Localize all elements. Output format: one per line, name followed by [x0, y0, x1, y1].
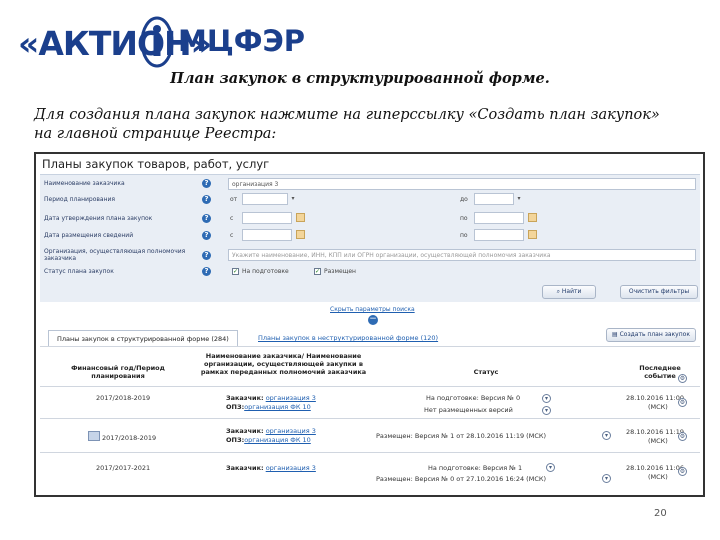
row3-status1: На подготовке: Версия № 1 — [428, 464, 523, 472]
row2-customer-link[interactable]: организация 3 — [266, 427, 316, 435]
help-icon[interactable]: ? — [202, 179, 211, 188]
to-label: до — [460, 196, 468, 203]
calendar-icon[interactable] — [528, 213, 537, 222]
gear-icon[interactable]: ⚙ — [678, 398, 687, 407]
row1-period: 2017/2018-2019 — [96, 394, 151, 402]
approval-date-label: Дата утверждения плана закупок — [44, 215, 153, 222]
row1-status2: Нет размещенных версий — [424, 406, 513, 414]
row2-status1: Размещен: Версия № 1 от 28.10.2016 11:19… — [376, 432, 547, 440]
gear-icon[interactable]: ⚙ — [678, 432, 687, 441]
header-customer: Наименование заказчика/ Наименование орг… — [200, 352, 367, 376]
row2-chevron-icon[interactable]: ▾ — [602, 431, 611, 440]
approval-to-input[interactable] — [474, 212, 524, 224]
status-draft-checkbox[interactable]: ✓ — [232, 268, 239, 275]
since-label: с — [230, 232, 234, 239]
find-button[interactable]: ⌕ Найти — [542, 285, 596, 299]
placement-date-label: Дата размещения сведений — [44, 232, 134, 239]
row3-period: 2017/2017-2021 — [96, 464, 151, 472]
row3-chevron-icon[interactable]: ▾ — [602, 474, 611, 483]
help-icon[interactable]: ? — [202, 267, 211, 276]
help-icon[interactable]: ? — [202, 251, 211, 260]
status-placed-checkbox[interactable]: ✓ — [314, 268, 321, 275]
divider — [40, 452, 700, 453]
placement-from-input[interactable] — [242, 229, 292, 241]
row1-tz: (МСК) — [648, 403, 668, 411]
row3-status2: Размещен: Версия № 0 от 27.10.2016 16:24… — [376, 475, 547, 483]
calendar-icon[interactable] — [296, 213, 305, 222]
purchase-plans-panel: Планы закупок товаров, работ, услуг Наим… — [34, 152, 705, 497]
status-placed-label: Размещен — [324, 268, 356, 275]
org-label: Организация, осуществляющая полномочия з… — [44, 248, 186, 262]
row3-chevron-icon[interactable]: ▾ — [546, 463, 555, 472]
row1-customer-link[interactable]: организация 3 — [266, 394, 316, 402]
page-number: 20 — [654, 508, 667, 519]
status-draft-label: На подготовке — [242, 268, 289, 275]
row2-customer: Заказчик: организация 3 — [226, 427, 316, 435]
row3-tz: (МСК) — [648, 473, 668, 481]
status-label: Статус плана закупок — [44, 268, 114, 275]
row3-customer: Заказчик: организация 3 — [226, 464, 316, 472]
since-label: с — [230, 215, 234, 222]
divider — [40, 418, 700, 419]
row1-chevron-icon[interactable]: ▾ — [542, 394, 551, 403]
calendar-icon[interactable] — [528, 230, 537, 239]
row1-customer: Заказчик: организация 3 — [226, 394, 316, 402]
until-label: по — [460, 232, 468, 239]
slide-title: План закупок в структурированной форме. — [170, 70, 550, 87]
customer-input[interactable]: организация 3 — [228, 178, 696, 190]
customer-label: Наименование заказчика — [44, 180, 125, 187]
create-plan-label: Создать план закупок — [619, 331, 690, 338]
search-filters: Наименование заказчика ? организация 3 П… — [40, 174, 700, 302]
divider — [40, 386, 700, 387]
find-button-label: Найти — [561, 288, 582, 295]
row1-ops-link[interactable]: организация ФК 10 — [244, 403, 311, 411]
header-period: Финансовый год/Период планирования — [71, 364, 165, 380]
row1-status1: На подготовке: Версия № 0 — [426, 394, 521, 402]
row3-customer-link[interactable]: организация 3 — [266, 464, 316, 472]
home-icon — [88, 431, 100, 441]
create-plan-button[interactable]: ▤ Создать план закупок — [606, 328, 696, 342]
calendar-icon[interactable] — [296, 230, 305, 239]
panel-title: Планы закупок товаров, работ, услуг — [42, 157, 270, 171]
header-status: Статус — [473, 368, 499, 376]
document-icon: ▤ — [612, 331, 620, 338]
until-label: по — [460, 215, 468, 222]
org-input[interactable]: Укажите наименование, ИНН, КПП или ОГРН … — [228, 249, 696, 261]
row1-chevron-icon[interactable]: ▾ — [542, 406, 551, 415]
from-label: от — [230, 196, 238, 203]
row2-ops-link[interactable]: организация ФК 10 — [244, 436, 311, 444]
row1-date: 28.10.2016 11:00 — [626, 394, 685, 402]
mcfer-logo: МЦФЭР — [178, 24, 306, 58]
period-label: Период планирования — [44, 196, 116, 203]
mcfer-seal-icon — [140, 16, 174, 68]
help-icon[interactable]: ? — [202, 214, 211, 223]
row3-date: 28.10.2016 11:06 — [626, 464, 685, 472]
help-icon[interactable]: ? — [202, 195, 211, 204]
period-to-input[interactable] — [474, 193, 514, 205]
clear-filters-button[interactable]: Очистить фильтры — [620, 285, 698, 299]
row2-ops: ОПЗ:организация ФК 10 — [226, 436, 311, 444]
hide-search-link[interactable]: Скрыть параметры поиска — [330, 306, 415, 313]
tab-unstructured[interactable]: Планы закупок в неструктурированной форм… — [258, 330, 438, 346]
collapse-icon[interactable]: − — [368, 315, 378, 325]
chevron-down-icon[interactable]: ▾ — [515, 194, 523, 204]
row1-ops: ОПЗ:организация ФК 10 — [226, 403, 311, 411]
placement-to-input[interactable] — [474, 229, 524, 241]
help-icon[interactable]: ? — [202, 231, 211, 240]
chevron-down-icon[interactable]: ▾ — [289, 194, 297, 204]
row2-tz: (МСК) — [648, 437, 668, 445]
row2-period: 2017/2018-2019 — [102, 434, 157, 442]
approval-from-input[interactable] — [242, 212, 292, 224]
period-from-input[interactable] — [242, 193, 288, 205]
gear-icon[interactable]: ⚙ — [678, 467, 687, 476]
slide-text: Для создания плана закупок нажмите на ги… — [34, 107, 660, 142]
gear-icon[interactable]: ⚙ — [678, 374, 687, 383]
divider — [40, 346, 700, 347]
row2-date: 28.10.2016 11:19 — [626, 428, 685, 436]
tab-structured[interactable]: Планы закупок в структурированной форме … — [48, 330, 238, 346]
